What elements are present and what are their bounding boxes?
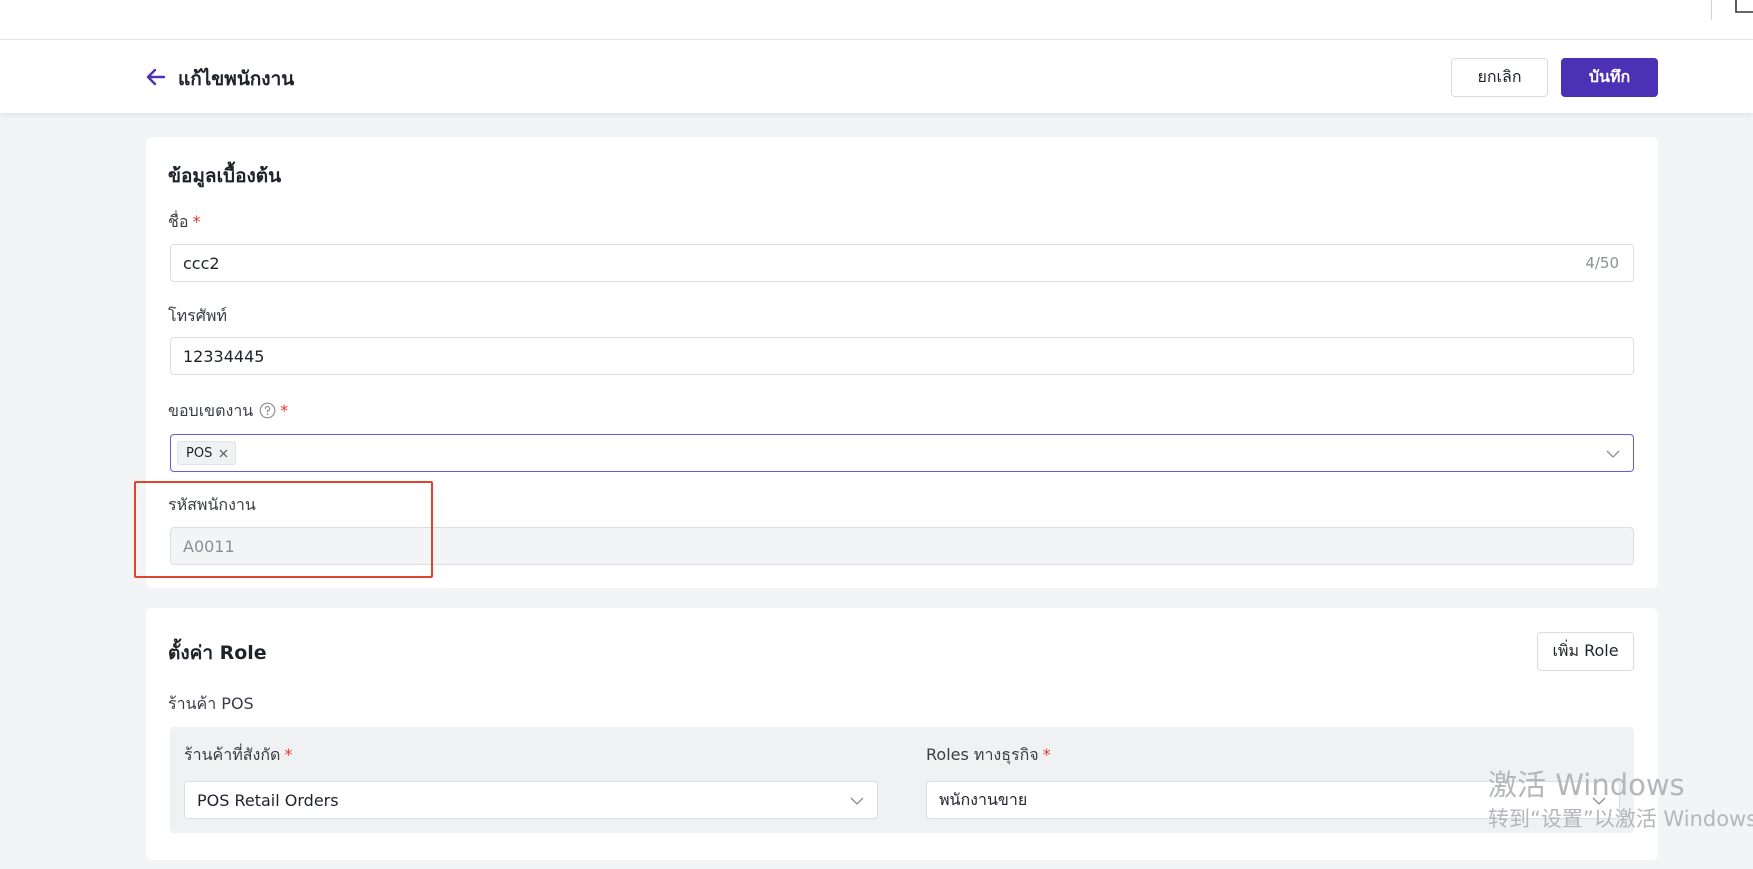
scope-tag: POS <box>177 441 237 465</box>
name-input-value: ccc2 <box>183 253 220 273</box>
scope-label: ขอบเขตงาน * <box>168 399 288 424</box>
cancel-button[interactable]: ยกเลิก <box>1451 58 1548 97</box>
question-circle-icon[interactable] <box>259 402 276 419</box>
store-required-mark: * <box>284 745 293 764</box>
phone-input[interactable]: 12334445 <box>170 337 1634 375</box>
windows-activation-watermark-title: 激活 Windows <box>1488 768 1685 802</box>
windows-activation-watermark-subtitle: 转到“设置”以激活 Windows <box>1488 807 1753 831</box>
close-icon[interactable] <box>218 448 229 459</box>
add-role-button[interactable]: เพิ่ม Role <box>1537 632 1634 671</box>
scope-tag-label: POS <box>186 445 213 461</box>
pos-store-group-label: ร้านค้า POS <box>168 694 254 713</box>
name-required-mark: * <box>192 212 201 231</box>
scope-select[interactable]: POS <box>170 434 1634 472</box>
name-label: ชื่อ * <box>168 210 200 235</box>
business-role-value: พนักงานขาย <box>939 789 1028 809</box>
annotation-highlight-box <box>134 481 433 578</box>
window-icon[interactable] <box>1733 0 1753 20</box>
basic-info-title: ข้อมูลเบื้องต้น <box>168 165 282 187</box>
store-label-text: ร้านค้าที่สังกัด <box>184 745 281 764</box>
name-char-counter: 4/50 <box>1585 254 1619 272</box>
phone-input-value: 12334445 <box>183 346 265 366</box>
save-button[interactable]: บันทึก <box>1561 58 1658 97</box>
phone-label: โทรศัพท์ <box>168 306 227 325</box>
store-select-value: POS Retail Orders <box>197 790 339 810</box>
business-role-required-mark: * <box>1042 745 1051 764</box>
top-bar-divider <box>1711 0 1712 20</box>
scope-label-text: ขอบเขตงาน <box>168 401 254 420</box>
scope-required-mark: * <box>280 401 289 420</box>
page-title: แก้ไขพนักงาน <box>178 68 295 90</box>
page-header: แก้ไขพนักงาน ยกเลิก บันทึก <box>0 40 1753 113</box>
business-role-label-text: Roles ทางธุรกิจ <box>926 745 1039 764</box>
store-label: ร้านค้าที่สังกัด * <box>184 743 292 768</box>
business-role-label: Roles ทางธุรกิจ * <box>926 743 1051 768</box>
role-settings-title: ตั้งค่า Role <box>168 642 267 664</box>
name-label-text: ชื่อ <box>168 212 189 231</box>
role-assignment-panel: ร้านค้าที่สังกัด * POS Retail Orders Role… <box>170 727 1634 833</box>
back-arrow-icon[interactable] <box>144 65 168 89</box>
role-settings-card: ตั้งค่า Role เพิ่ม Role ร้านค้า POS ร้าน… <box>146 608 1658 860</box>
chevron-down-icon[interactable] <box>849 793 865 809</box>
chevron-down-icon[interactable] <box>1605 446 1621 462</box>
name-input[interactable]: ccc2 4/50 <box>170 244 1634 282</box>
top-bar <box>0 0 1753 40</box>
store-select[interactable]: POS Retail Orders <box>184 781 878 819</box>
